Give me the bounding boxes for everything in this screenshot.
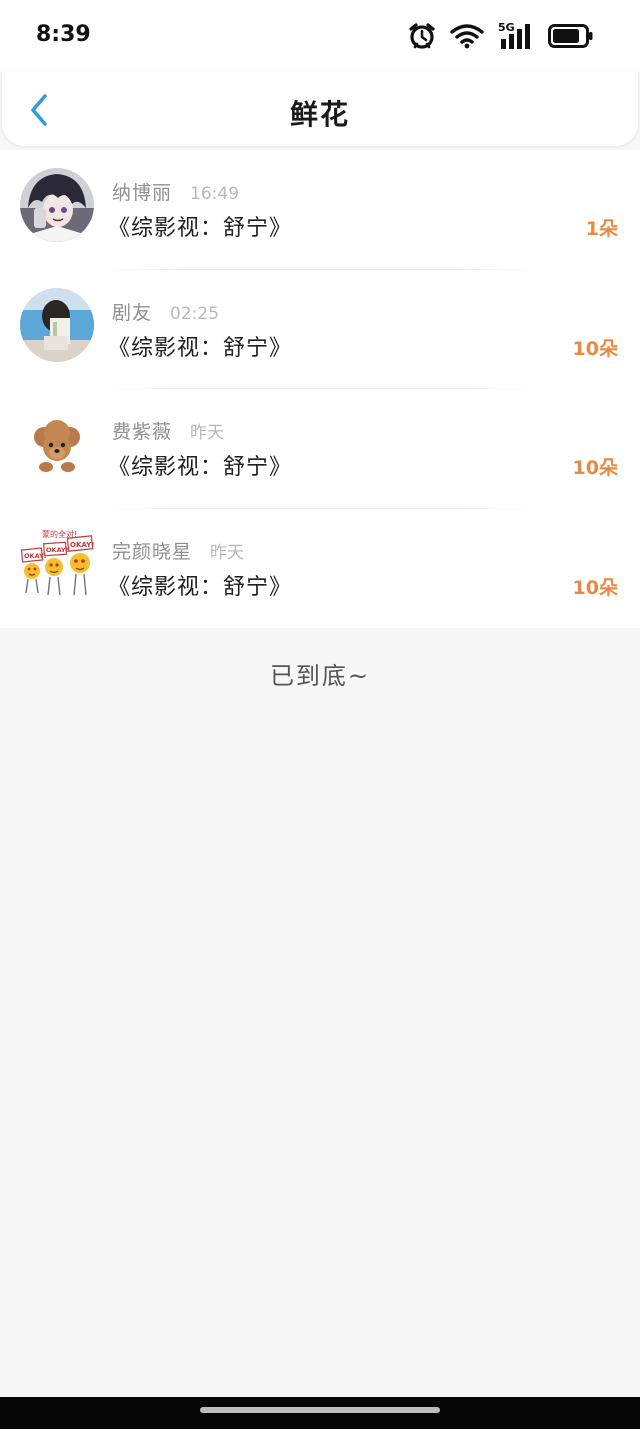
time-label: 昨天 — [210, 542, 245, 563]
wifi-icon — [450, 23, 484, 49]
book-title[interactable]: 《综影视：舒宁》 — [108, 210, 292, 242]
list-item[interactable]: 费紫薇 昨天 《综影视：舒宁》 10朵 — [0, 389, 640, 509]
okay-sticker-avatar: 蒙的全对! OKAY! OKAY! OKAY! — [20, 526, 98, 601]
list-item[interactable]: 蒙的全对! OKAY! OKAY! OKAY! 完颜晓星 昨天 《综影视：舒宁》… — [0, 509, 640, 629]
system-navigation-bar — [0, 1397, 640, 1429]
book-title[interactable]: 《综影视：舒宁》 — [108, 569, 292, 601]
name-line: 纳博丽 16:49 — [112, 178, 239, 205]
flower-count: 1朵 — [585, 218, 618, 240]
alarm-icon — [408, 22, 436, 50]
status-bar: 8:39 5G — [0, 0, 640, 72]
name-line: 完颜晓星 昨天 — [112, 537, 244, 564]
signal-icon: 5G — [498, 21, 534, 51]
book-title[interactable]: 《综影视：舒宁》 — [108, 449, 292, 481]
list-item[interactable]: 剧友 02:25 《综影视：舒宁》 10朵 — [0, 270, 640, 389]
status-icons: 5G — [408, 20, 594, 52]
user-name[interactable]: 完颜晓星 — [112, 537, 192, 564]
avatar[interactable] — [20, 287, 94, 362]
svg-text:OKAY!: OKAY! — [46, 546, 69, 554]
page-title: 鲜花 — [289, 98, 350, 131]
svg-text:OKAY!: OKAY! — [70, 541, 94, 549]
time-label: 16:49 — [190, 184, 240, 204]
name-line: 费紫薇 昨天 — [112, 417, 224, 444]
flower-count: 10朵 — [572, 576, 618, 599]
poodle-dog-avatar — [20, 407, 94, 481]
flower-count: 10朵 — [572, 337, 618, 360]
list-item[interactable]: 纳博丽 16:49 《综影视：舒宁》 1朵 — [0, 150, 640, 270]
name-line: 剧友 02:25 — [112, 298, 219, 325]
anime-character-avatar — [20, 168, 94, 242]
avatar[interactable] — [20, 168, 94, 242]
flower-count: 10朵 — [572, 457, 618, 479]
avatar[interactable] — [20, 407, 94, 481]
svg-text:OKAY!: OKAY! — [24, 552, 47, 560]
user-name[interactable]: 剧友 — [112, 298, 152, 325]
end-of-list-text: 已到底~ — [269, 662, 371, 690]
book-title[interactable]: 《综影视：舒宁》 — [108, 330, 292, 362]
home-indicator[interactable] — [200, 1407, 440, 1413]
time-label: 02:25 — [170, 303, 220, 324]
time-label: 昨天 — [190, 423, 225, 443]
person-photo-avatar — [20, 287, 94, 362]
battery-icon — [548, 23, 594, 49]
user-name[interactable]: 纳博丽 — [112, 178, 172, 205]
flower-gift-list: 纳博丽 16:49 《综影视：舒宁》 1朵 剧友 02:25 《综影视：舒宁》 … — [0, 150, 640, 628]
status-time: 8:39 — [36, 22, 91, 47]
avatar[interactable]: 蒙的全对! OKAY! OKAY! OKAY! — [20, 526, 98, 601]
user-name[interactable]: 费紫薇 — [112, 417, 172, 444]
navigation-header: 鲜花 — [2, 72, 638, 146]
